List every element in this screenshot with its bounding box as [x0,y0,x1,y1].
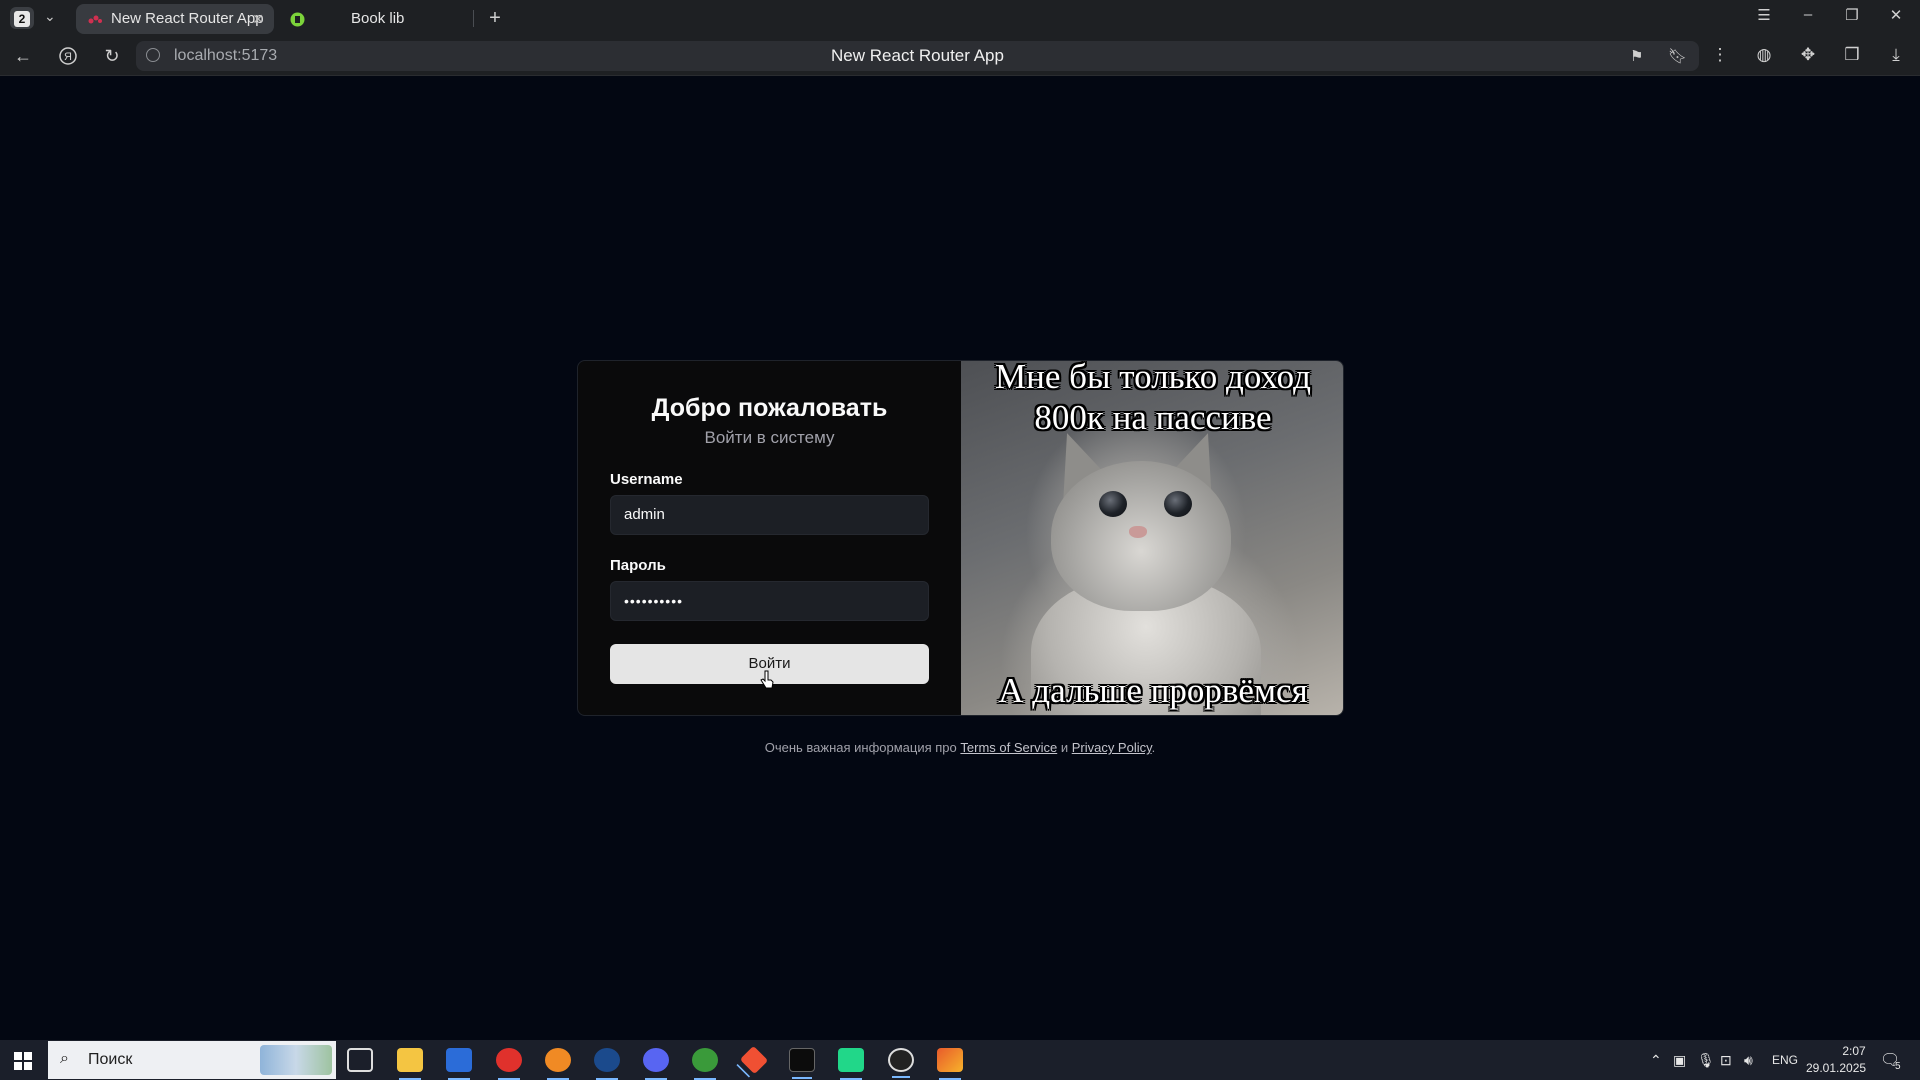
windows-start-icon[interactable] [14,1052,32,1070]
tab-count: 2 [14,11,30,27]
collections-icon[interactable]: ❒ [1840,45,1864,65]
meet-now-icon[interactable]: ▣ [1673,1052,1686,1069]
discord-icon[interactable] [643,1048,669,1080]
minimize-icon[interactable]: – [1796,6,1820,23]
login-form: Добро пожаловать Войти в систему Usernam… [578,361,961,715]
xbox-icon[interactable] [692,1048,718,1080]
app-orange-icon[interactable] [545,1048,571,1080]
extensions-icon[interactable]: ✥ [1796,45,1820,65]
search-placeholder: Поиск [88,1051,133,1068]
terminal-icon[interactable] [789,1048,815,1079]
page-title: New React Router App [831,46,1004,65]
vpn-globe-icon[interactable]: ◍ [1752,45,1776,65]
volume-icon[interactable]: 🔊︎ [1744,1052,1753,1069]
react-router-favicon-icon [88,15,102,24]
git-icon[interactable] [739,1045,769,1075]
kitten-eye-right [1164,491,1192,517]
back-arrow-icon[interactable]: ← [11,45,35,67]
password-label: Пароль [610,557,666,574]
clock-time[interactable]: 2:07 [1820,1044,1888,1058]
obs-icon[interactable] [888,1048,914,1078]
network-icon[interactable]: ⊡ [1720,1052,1732,1069]
taskbar-search[interactable]: ⌕ Поиск [48,1041,336,1079]
language-indicator[interactable]: ENG [1772,1053,1798,1067]
tab-title: Book lib [351,10,405,27]
new-tab-plus-icon[interactable]: + [483,6,507,30]
reload-icon[interactable]: ↻ [100,45,124,67]
password-input[interactable]: •••••••••• [610,581,929,621]
login-card: Добро пожаловать Войти в систему Usernam… [577,360,1344,716]
browser-menu-icon[interactable]: ☰ [1752,6,1776,24]
svg-text:Я: Я [64,51,72,63]
show-hidden-icons-chevron-icon[interactable]: ⌃ [1650,1052,1662,1069]
terms-notice-conjunction: и [1057,740,1072,755]
hand-cursor-icon [760,670,774,689]
kitten-meme-image: Мне бы только доход 800к на пассиве А да… [961,361,1343,715]
restore-icon[interactable]: ❐ [1840,6,1864,24]
tab-title: New React Router App [111,10,264,27]
terms-of-service-link[interactable]: Terms of Service [960,740,1057,755]
close-tab-icon[interactable]: ✕ [252,4,264,34]
tab-count-button[interactable]: 2 [10,7,34,29]
login-title: Добро пожаловать [651,394,888,422]
bookmark-icon[interactable]: 🔖︎ [1668,47,1687,65]
meme-bottom-text: А дальше прорвёмся [998,671,1308,710]
meme-top-text-line1: Мне бы только доход [995,361,1311,396]
close-window-icon[interactable]: ✕ [1884,6,1908,24]
tab-list-chevron-icon[interactable]: ⌄ [44,8,56,25]
address-bar: ← Я ↻ localhost:5173 New React Router Ap… [0,37,1920,76]
login-subtitle: Войти в систему [704,428,835,447]
privacy-policy-link[interactable]: Privacy Policy [1072,740,1152,755]
task-view-icon[interactable] [347,1048,373,1072]
notification-count: 5 [1895,1061,1901,1072]
search-highlight-image [260,1045,332,1075]
windows-taskbar: ⌕ Поиск ⌃ ▣ 🎙︎ ⊡ 🔊︎ ENG 2:07 29.01.2025 … [0,1040,1920,1080]
clock-date[interactable]: 29.01.2025 [1806,1061,1866,1075]
search-icon: ⌕ [60,1050,69,1067]
kitten-nose [1129,526,1147,538]
kitten-eye-left [1099,491,1127,517]
translate-icon[interactable]: ⚑ [1630,47,1643,65]
tab-new-react-router-app[interactable]: New React Router App ✕ [76,4,274,34]
meme-top-text-line2: 800к на пассиве [1034,398,1272,437]
yandex-browser-icon[interactable] [496,1048,522,1080]
app-palette-icon[interactable] [937,1048,963,1080]
downloads-icon[interactable]: ⤓ [1884,45,1908,65]
pycharm-icon[interactable] [838,1048,864,1080]
microphone-icon[interactable]: 🎙︎ [1697,1052,1715,1069]
username-label: Username [610,471,683,488]
terms-notice-prefix: Очень важная информация про [764,740,961,755]
more-options-icon[interactable]: ⋮ [1708,45,1732,65]
tab-separator [473,10,474,27]
terms-notice-suffix: . [1151,740,1156,755]
file-explorer-icon[interactable] [397,1048,423,1080]
browser-tab-bar: 2 ⌄ New React Router App ✕ Book lib + ☰ … [0,0,1920,37]
url-field[interactable]: localhost:5173 New React Router App ⚑ 🔖︎ [136,41,1699,71]
username-input[interactable]: admin [610,495,929,535]
microsoft-store-icon[interactable] [446,1048,472,1080]
book-lib-favicon-icon [290,12,305,27]
terms-notice: Очень важная информация про Terms of Ser… [0,740,1920,755]
steam-icon[interactable] [594,1048,620,1080]
tab-book-lib[interactable]: Book lib [280,4,470,34]
yandex-logo-icon[interactable]: Я [56,45,80,70]
